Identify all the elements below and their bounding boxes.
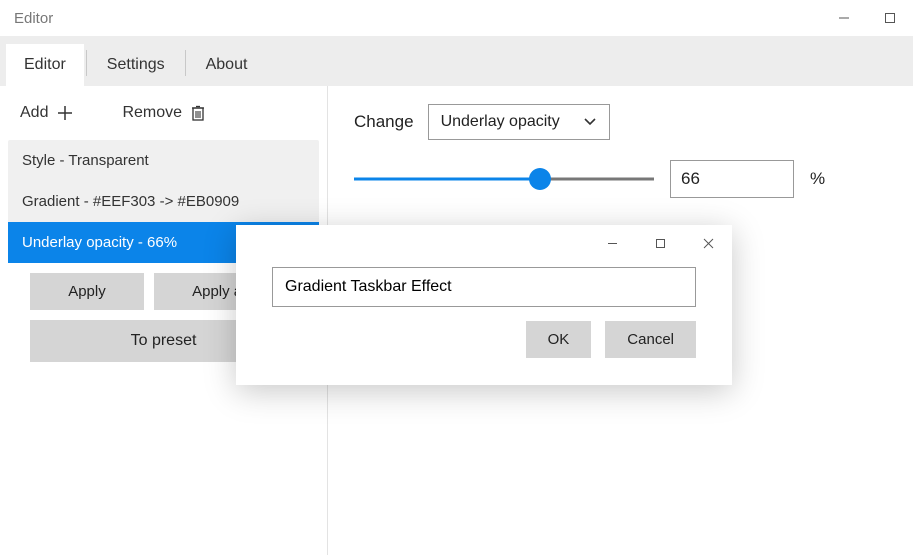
chevron-down-icon xyxy=(583,117,597,127)
tab-separator xyxy=(86,50,87,76)
ok-label: OK xyxy=(548,331,570,348)
ok-button[interactable]: OK xyxy=(526,321,592,358)
maximize-icon xyxy=(884,12,896,24)
tab-editor[interactable]: Editor xyxy=(6,44,84,86)
list-item[interactable]: Gradient - #EEF303 -> #EB0909 xyxy=(8,181,319,222)
combo-value: Underlay opacity xyxy=(441,113,560,131)
tab-label: About xyxy=(206,56,248,73)
add-label: Add xyxy=(20,104,48,122)
slider-row: 66 % xyxy=(354,160,887,198)
apply-label: Apply xyxy=(68,283,106,300)
list-item-label: Underlay opacity - 66% xyxy=(22,234,177,251)
tab-settings[interactable]: Settings xyxy=(89,44,183,86)
minimize-icon xyxy=(607,238,618,249)
tab-label: Settings xyxy=(107,56,165,73)
remove-label: Remove xyxy=(122,104,182,122)
window-title: Editor xyxy=(14,10,53,27)
preset-name-dialog: OK Cancel xyxy=(236,225,732,385)
close-icon xyxy=(703,238,714,249)
dialog-input-wrap xyxy=(236,261,732,321)
slider-thumb[interactable] xyxy=(529,168,551,190)
list-item-label: Gradient - #EEF303 -> #EB0909 xyxy=(22,193,239,210)
slider-track-empty xyxy=(540,178,654,181)
window-minimize-button[interactable] xyxy=(821,0,867,36)
tab-about[interactable]: About xyxy=(188,44,266,86)
slider-track-filled xyxy=(354,178,540,181)
dialog-window-controls xyxy=(588,225,732,261)
to-preset-label: To preset xyxy=(131,332,197,349)
tab-strip: Editor Settings About xyxy=(0,36,913,86)
dialog-titlebar xyxy=(236,225,732,261)
dialog-minimize-button[interactable] xyxy=(588,225,636,261)
maximize-icon xyxy=(655,238,666,249)
preset-name-input[interactable] xyxy=(272,267,696,307)
list-item[interactable]: Style - Transparent xyxy=(8,140,319,181)
remove-button[interactable]: Remove xyxy=(114,98,214,128)
cancel-label: Cancel xyxy=(627,331,674,348)
apply-button[interactable]: Apply xyxy=(30,273,144,310)
change-row: Change Underlay opacity xyxy=(354,104,887,140)
window-controls xyxy=(821,0,913,36)
dialog-buttons: OK Cancel xyxy=(236,321,732,358)
change-label: Change xyxy=(354,112,414,132)
opacity-slider[interactable] xyxy=(354,167,654,191)
tab-separator xyxy=(185,50,186,76)
trash-icon xyxy=(190,104,206,122)
percent-symbol: % xyxy=(810,169,825,189)
add-button[interactable]: Add xyxy=(12,98,82,128)
property-combo[interactable]: Underlay opacity xyxy=(428,104,610,140)
titlebar: Editor xyxy=(0,0,913,36)
list-item-label: Style - Transparent xyxy=(22,152,149,169)
cancel-button[interactable]: Cancel xyxy=(605,321,696,358)
window-maximize-button[interactable] xyxy=(867,0,913,36)
dialog-maximize-button[interactable] xyxy=(636,225,684,261)
dialog-close-button[interactable] xyxy=(684,225,732,261)
minimize-icon xyxy=(838,12,850,24)
tab-label: Editor xyxy=(24,56,66,73)
plus-icon xyxy=(56,104,74,122)
opacity-value-text: 66 xyxy=(681,169,700,188)
opacity-value-input[interactable]: 66 xyxy=(670,160,794,198)
sidebar-toolbar: Add Remove xyxy=(0,86,327,140)
